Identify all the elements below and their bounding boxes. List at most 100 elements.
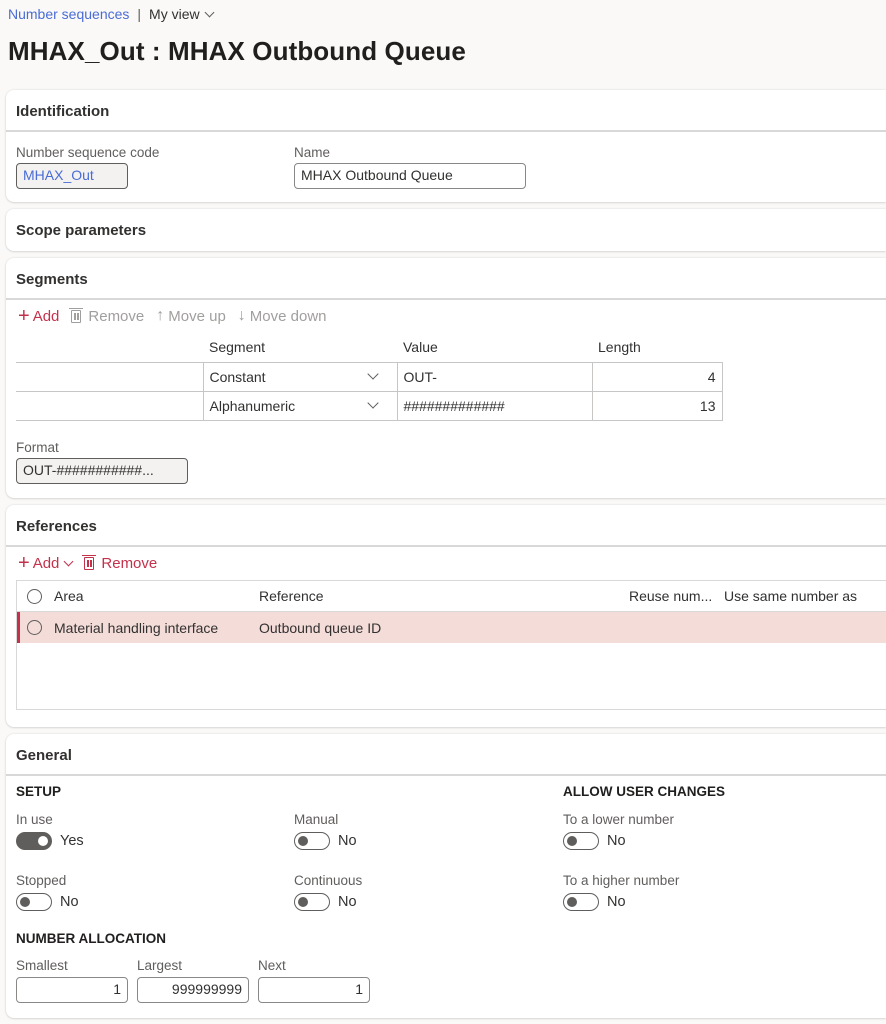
segment-row[interactable]: Constant OUT- 4 [16,361,723,392]
chevron-down-icon [204,7,215,17]
row-selector[interactable] [16,361,204,392]
breadcrumb: Number sequences | My view [8,6,215,22]
plus-icon: + [18,552,30,574]
page-title: MHAX_Out : MHAX Outbound Queue [8,36,466,66]
format-input[interactable]: OUT-###########... [16,458,188,484]
next-label: Next [258,958,286,973]
chevron-down-icon [366,368,379,380]
segments-header-row: Segment Value Length [16,338,722,362]
remove-label: Remove [88,307,145,325]
breadcrumb-separator: | [137,6,142,22]
lower-number-label: To a lower number [563,812,675,827]
segment-type-dropdown[interactable]: Alphanumeric [202,390,398,421]
lower-number-value: No [607,833,626,849]
number-allocation-title: NUMBER ALLOCATION [16,931,166,946]
reference-name: Outbound queue ID [259,619,382,636]
breadcrumb-number-sequences[interactable]: Number sequences [8,6,129,22]
row-radio[interactable] [27,620,42,635]
segments-header[interactable]: Segments [6,258,886,300]
move-up-label: Move up [168,307,226,325]
in-use-label: In use [16,812,53,827]
identification-header[interactable]: Identification [6,90,886,132]
in-use-field: In use Yes [16,812,84,850]
col-value[interactable]: Value [397,338,592,362]
references-section: References + Add Remove Area Reference R… [6,505,886,727]
manual-value: No [338,833,357,849]
largest-input[interactable]: 999999999 [137,977,249,1003]
col-length[interactable]: Length [592,338,722,362]
next-field: Next 1 [258,958,370,1003]
segment-value[interactable]: OUT- [396,361,593,392]
add-reference-button[interactable]: + Add [18,552,74,574]
continuous-label: Continuous [294,873,363,888]
segments-toolbar: + Add Remove ↑ Move up ↓ Move down [18,306,339,326]
segment-length[interactable]: 4 [591,361,723,392]
col-segment[interactable]: Segment [203,338,397,362]
segment-type: Alphanumeric [209,397,296,414]
chevron-down-icon [366,397,379,409]
select-all-radio[interactable] [27,588,42,604]
next-input[interactable]: 1 [258,977,370,1003]
largest-label: Largest [137,958,183,973]
code-input[interactable]: MHAX_Out [16,163,128,189]
manual-label: Manual [294,812,339,827]
remove-label: Remove [101,554,158,572]
remove-segment-button[interactable]: Remove [69,307,145,325]
move-down-label: Move down [249,307,327,325]
higher-number-value: No [607,894,626,910]
continuous-field: Continuous No [294,873,362,911]
add-label: Add [32,307,60,325]
segments-table: Segment Value Length Constant OUT- 4 Alp… [16,338,723,421]
stopped-toggle[interactable] [16,893,52,911]
segment-type-dropdown[interactable]: Constant [202,361,398,392]
col-reference[interactable]: Reference [259,588,629,604]
manual-toggle[interactable] [294,832,330,850]
view-label: My view [149,6,200,22]
smallest-field: Smallest 1 [16,958,128,1003]
stopped-field: Stopped No [16,873,79,911]
col-area[interactable]: Area [54,588,259,604]
in-use-value: Yes [60,833,84,849]
segment-type: Constant [209,368,266,385]
scope-section: Scope parameters [6,209,886,251]
segment-length[interactable]: 13 [591,390,723,421]
general-section: General SETUP ALLOW USER CHANGES In use … [6,734,886,1018]
lower-number-toggle[interactable] [563,832,599,850]
move-down-button[interactable]: ↓ Move down [238,307,327,325]
row-selector[interactable] [16,390,204,421]
code-field: Number sequence code MHAX_Out [16,145,159,189]
format-field: Format OUT-###########... [16,440,188,484]
identification-section: Identification Number sequence code MHAX… [6,90,886,202]
segment-value[interactable]: ############# [396,390,593,421]
arrow-up-icon: ↑ [156,307,165,324]
manual-field: Manual No [294,812,357,850]
in-use-toggle[interactable] [16,832,52,850]
view-selector[interactable]: My view [149,6,215,22]
remove-reference-button[interactable]: Remove [82,554,158,572]
name-label: Name [294,145,331,160]
setup-title: SETUP [16,784,62,799]
add-label: Add [32,554,60,572]
continuous-toggle[interactable] [294,893,330,911]
smallest-input[interactable]: 1 [16,977,128,1003]
chevron-down-icon [63,556,74,566]
col-same-number[interactable]: Use same number as [724,588,857,604]
higher-number-field: To a higher number No [563,873,679,911]
stopped-label: Stopped [16,873,67,888]
col-reuse[interactable]: Reuse num... [629,588,724,604]
move-up-button[interactable]: ↑ Move up [156,307,226,325]
add-segment-button[interactable]: + Add [18,306,59,326]
references-header[interactable]: References [6,505,886,547]
stopped-value: No [60,894,79,910]
scope-header[interactable]: Scope parameters [6,209,886,251]
plus-icon: + [18,305,30,327]
trash-icon [69,307,84,323]
references-toolbar: + Add Remove [18,553,169,573]
higher-number-toggle[interactable] [563,893,599,911]
general-header[interactable]: General [6,734,886,776]
segment-row[interactable]: Alphanumeric ############# 13 [16,390,723,421]
lower-number-field: To a lower number No [563,812,674,850]
reference-row[interactable]: Material handling interface Outbound que… [17,612,886,643]
format-label: Format [16,440,59,455]
name-input[interactable]: MHAX Outbound Queue [294,163,526,189]
